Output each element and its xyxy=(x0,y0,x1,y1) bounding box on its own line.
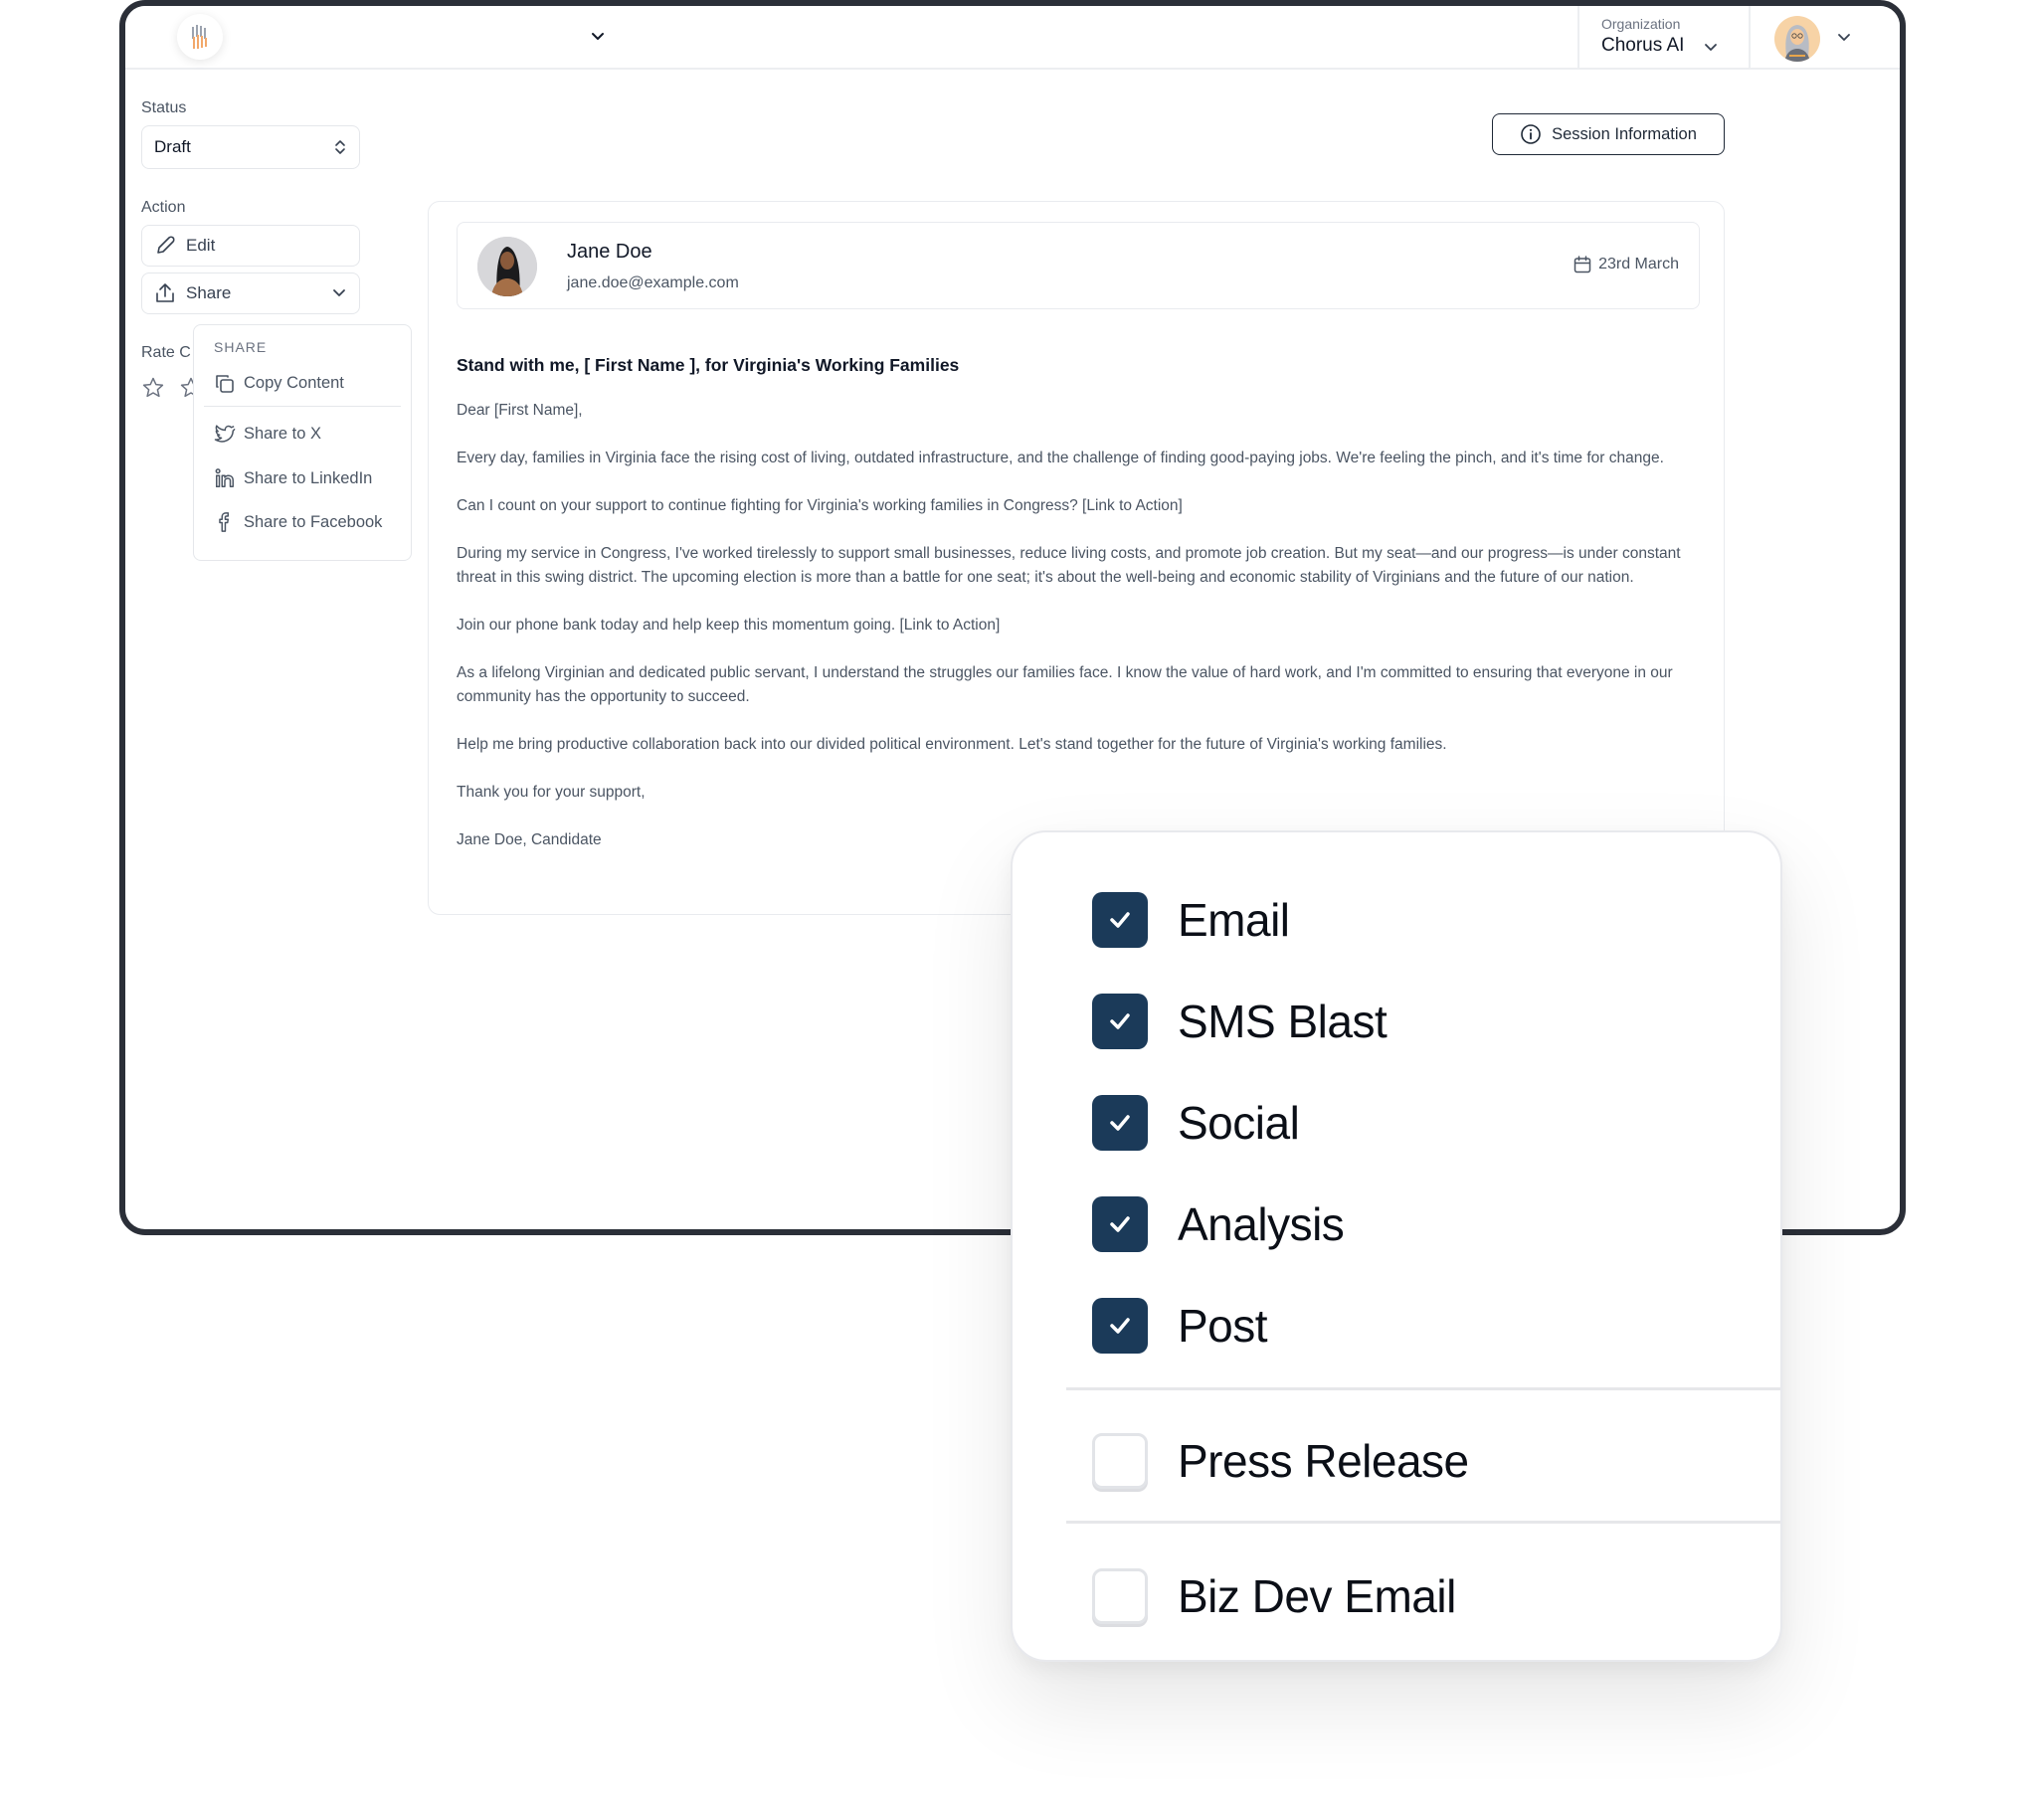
channel-selector-panel: Email SMS Blast Social Analysis Post Pre… xyxy=(1011,830,1782,1662)
channel-label: Email xyxy=(1178,894,1290,946)
check-icon xyxy=(1110,1216,1130,1232)
session-information-label: Session Information xyxy=(1552,124,1697,143)
message-paragraph: As a lifelong Virginian and dedicated pu… xyxy=(457,664,1673,705)
checkbox-unchecked[interactable] xyxy=(1092,1568,1148,1624)
calendar-icon xyxy=(1574,256,1591,273)
message-paragraph: Thank you for your support, xyxy=(457,784,646,801)
facebook-icon xyxy=(219,512,230,532)
check-icon xyxy=(1110,912,1130,928)
share-to-linkedin-label: Share to LinkedIn xyxy=(244,468,373,487)
user-menu[interactable] xyxy=(1753,6,1872,70)
share-to-x-item[interactable]: Share to X xyxy=(204,411,401,456)
channel-label: Social xyxy=(1178,1097,1300,1149)
star-icon[interactable] xyxy=(141,376,165,400)
channel-label: Biz Dev Email xyxy=(1178,1570,1456,1622)
check-icon xyxy=(1110,1013,1130,1029)
channel-press-release[interactable]: Press Release xyxy=(1092,1433,1469,1489)
edit-label: Edit xyxy=(186,236,216,255)
copy-content-label: Copy Content xyxy=(244,374,344,392)
channel-email[interactable]: Email xyxy=(1092,892,1290,948)
divider xyxy=(1066,1387,1780,1390)
top-bar: Organization Chorus AI xyxy=(125,6,1900,70)
checkbox-checked[interactable] xyxy=(1092,892,1148,948)
checkbox-checked[interactable] xyxy=(1092,994,1148,1049)
status-value: Draft xyxy=(154,137,191,156)
checkbox-unchecked[interactable] xyxy=(1092,1433,1148,1489)
copy-icon xyxy=(216,374,234,393)
message-paragraph: Can I count on your support to continue … xyxy=(457,497,1183,514)
organization-switcher[interactable]: Organization Chorus AI xyxy=(1577,6,1751,70)
message-body: Stand with me, [ First Name ], for Virgi… xyxy=(457,353,1702,876)
channel-label: SMS Blast xyxy=(1178,996,1388,1047)
checkbox-checked[interactable] xyxy=(1092,1298,1148,1354)
message-card: Jane Doe jane.doe@example.com 23rd March… xyxy=(428,201,1725,915)
sender-email: jane.doe@example.com xyxy=(567,274,739,291)
info-icon xyxy=(1521,124,1541,144)
message-paragraph: During my service in Congress, I've work… xyxy=(457,545,1681,586)
share-to-facebook-label: Share to Facebook xyxy=(244,512,383,531)
chevron-down-icon xyxy=(1838,34,1850,41)
check-icon xyxy=(1110,1115,1130,1131)
sender-name: Jane Doe xyxy=(567,241,652,263)
user-avatar[interactable] xyxy=(1774,16,1820,62)
message-paragraph: Every day, families in Virginia face the… xyxy=(457,450,1664,466)
status-label: Status xyxy=(141,99,187,116)
edit-button[interactable]: Edit xyxy=(141,225,360,267)
message-paragraph: Help me bring productive collaboration b… xyxy=(457,736,1447,753)
share-to-facebook-item[interactable]: Share to Facebook xyxy=(204,500,401,544)
sender-photo xyxy=(477,237,537,296)
channel-biz-dev-email[interactable]: Biz Dev Email xyxy=(1092,1568,1456,1624)
user-avatar-illustration xyxy=(1784,25,1810,62)
share-menu: SHARE Copy Content Share to X Share to L… xyxy=(193,324,412,561)
organization-name: Chorus AI xyxy=(1601,35,1685,56)
message-paragraph: Dear [First Name], xyxy=(457,402,583,419)
workspace-chevron-down-icon[interactable] xyxy=(589,28,607,46)
chevron-down-icon xyxy=(1705,44,1717,51)
status-select[interactable]: Draft xyxy=(141,125,360,169)
checkbox-checked[interactable] xyxy=(1092,1095,1148,1151)
sender-avatar xyxy=(477,237,537,296)
share-upload-icon xyxy=(156,283,174,302)
share-to-x-label: Share to X xyxy=(244,424,321,443)
channel-label: Press Release xyxy=(1178,1435,1469,1487)
channel-analysis[interactable]: Analysis xyxy=(1092,1196,1345,1252)
check-icon xyxy=(1110,1318,1130,1334)
organization-label: Organization xyxy=(1601,16,1681,32)
message-subject: Stand with me, [ First Name ], for Virgi… xyxy=(457,355,960,375)
copy-content-item[interactable]: Copy Content xyxy=(204,361,401,407)
action-label: Action xyxy=(141,199,186,216)
pencil-icon xyxy=(157,236,175,254)
rate-label: Rate C xyxy=(141,344,191,361)
share-to-linkedin-item[interactable]: Share to LinkedIn xyxy=(204,456,401,500)
chevron-up-down-icon xyxy=(335,140,345,154)
message-date: 23rd March xyxy=(1573,255,1679,274)
sender-header: Jane Doe jane.doe@example.com 23rd March xyxy=(457,222,1700,309)
channel-sms-blast[interactable]: SMS Blast xyxy=(1092,994,1388,1049)
checkbox-checked[interactable] xyxy=(1092,1196,1148,1252)
divider xyxy=(1066,1521,1780,1524)
channel-social[interactable]: Social xyxy=(1092,1095,1300,1151)
linkedin-icon xyxy=(215,468,234,487)
logo-icon xyxy=(192,25,207,49)
session-information-button[interactable]: Session Information xyxy=(1492,113,1725,155)
share-button[interactable]: Share xyxy=(141,273,360,314)
share-menu-title: SHARE xyxy=(214,339,268,355)
share-label: Share xyxy=(186,283,232,302)
channel-label: Analysis xyxy=(1178,1198,1345,1250)
channel-label: Post xyxy=(1178,1300,1268,1352)
channel-post[interactable]: Post xyxy=(1092,1298,1268,1354)
message-date-text: 23rd March xyxy=(1598,256,1679,273)
message-paragraph: Join our phone bank today and help keep … xyxy=(457,617,1001,634)
twitter-icon xyxy=(214,425,236,443)
chevron-down-icon xyxy=(333,289,345,296)
app-logo[interactable] xyxy=(177,14,223,60)
